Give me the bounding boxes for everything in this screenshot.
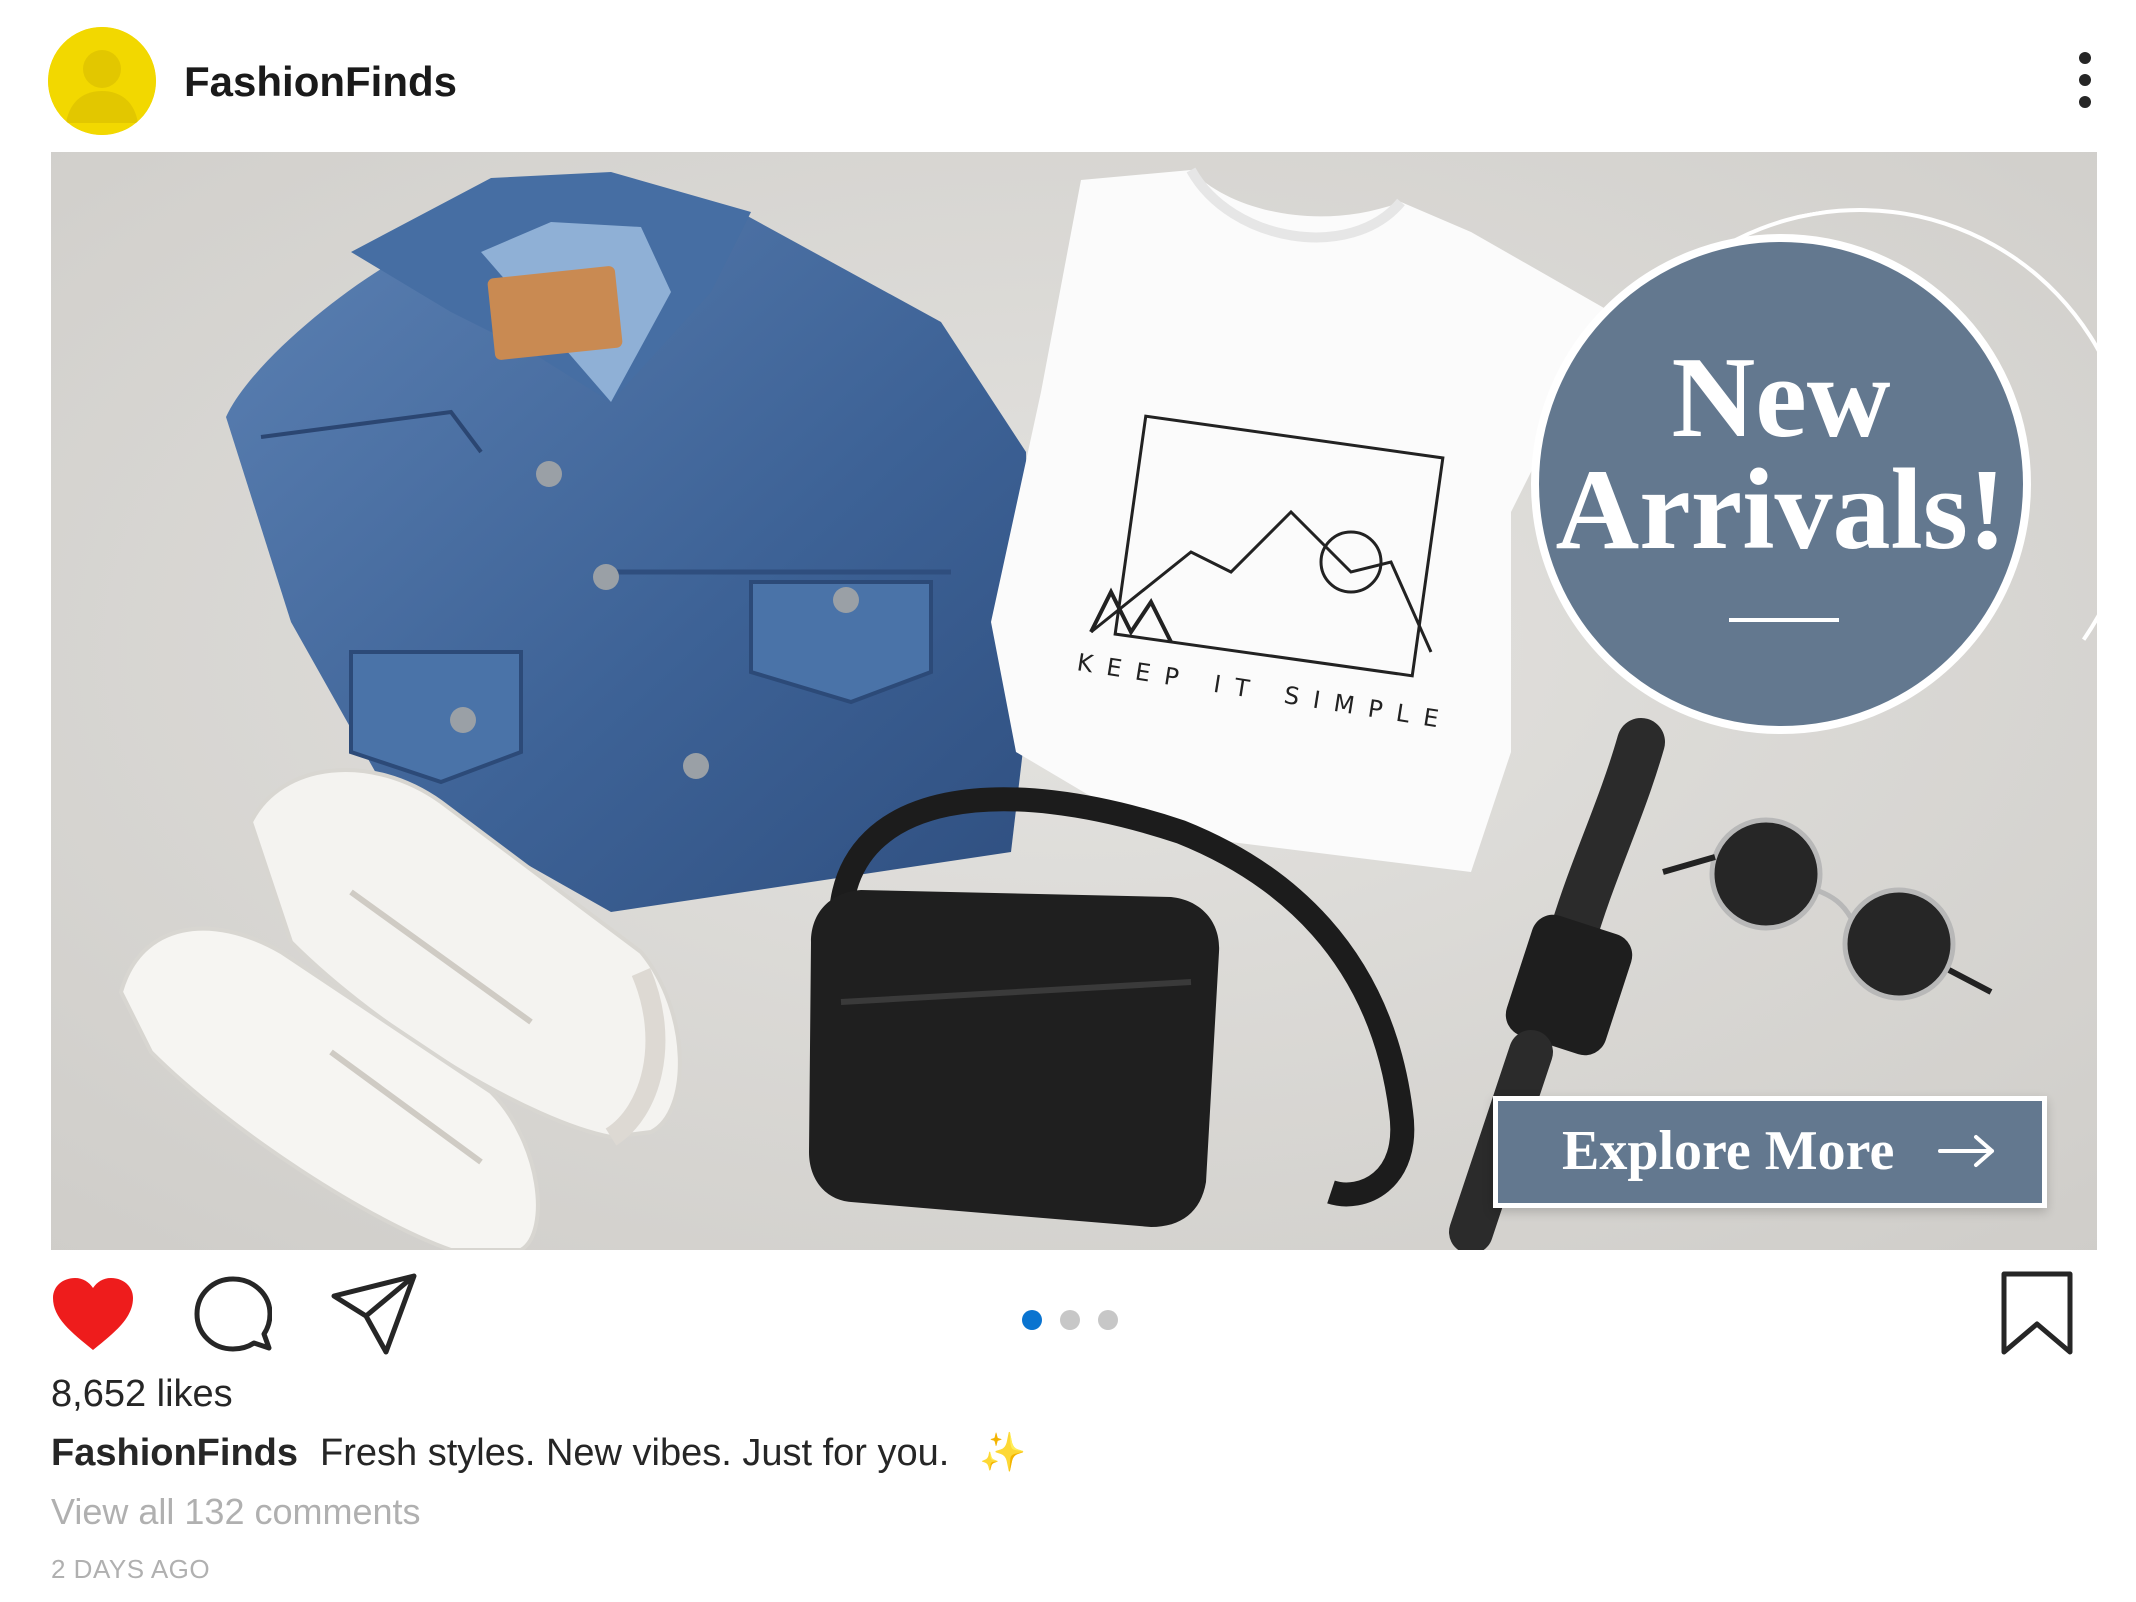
post-image[interactable]: KEEP IT SIMPLE New Arrivals! Explore Mor… bbox=[51, 152, 2097, 1250]
explore-more-button[interactable]: Explore More bbox=[1493, 1096, 2047, 1208]
send-icon[interactable] bbox=[330, 1272, 418, 1356]
carousel-dot-active bbox=[1022, 1310, 1042, 1330]
comment-icon[interactable] bbox=[194, 1276, 272, 1354]
new-arrivals-badge: New Arrivals! bbox=[1531, 234, 2031, 734]
carousel-indicator bbox=[1022, 1310, 1136, 1332]
bookmark-icon[interactable] bbox=[2000, 1270, 2074, 1356]
view-comments-link[interactable]: View all 132 comments bbox=[51, 1488, 421, 1536]
user-silhouette-icon bbox=[48, 27, 156, 135]
carousel-dot bbox=[1098, 1310, 1118, 1330]
badge-title-line1: New bbox=[1671, 334, 1891, 462]
post-header: FashionFinds bbox=[0, 0, 2136, 150]
avatar[interactable] bbox=[48, 27, 156, 135]
heart-icon[interactable] bbox=[51, 1276, 135, 1352]
caption-text: Fresh styles. New vibes. Just for you. bbox=[320, 1432, 950, 1474]
post-timestamp: 2 DAYS AGO bbox=[51, 1554, 211, 1584]
likes-count[interactable]: 8,652 likes bbox=[51, 1370, 233, 1418]
post-caption: FashionFinds Fresh styles. New vibes. Jus… bbox=[51, 1428, 1027, 1478]
carousel-dot bbox=[1060, 1310, 1080, 1330]
sparkles-icon: ✨ bbox=[979, 1432, 1027, 1474]
more-vertical-icon[interactable] bbox=[2070, 52, 2100, 112]
arrow-right-icon bbox=[1938, 1135, 1994, 1167]
badge-title-line2: Arrivals! bbox=[1555, 446, 2007, 574]
post-username[interactable]: FashionFinds bbox=[184, 54, 457, 110]
explore-more-label: Explore More bbox=[1562, 1120, 1895, 1182]
caption-username[interactable]: FashionFinds bbox=[51, 1432, 298, 1474]
badge-divider bbox=[1729, 618, 1839, 622]
